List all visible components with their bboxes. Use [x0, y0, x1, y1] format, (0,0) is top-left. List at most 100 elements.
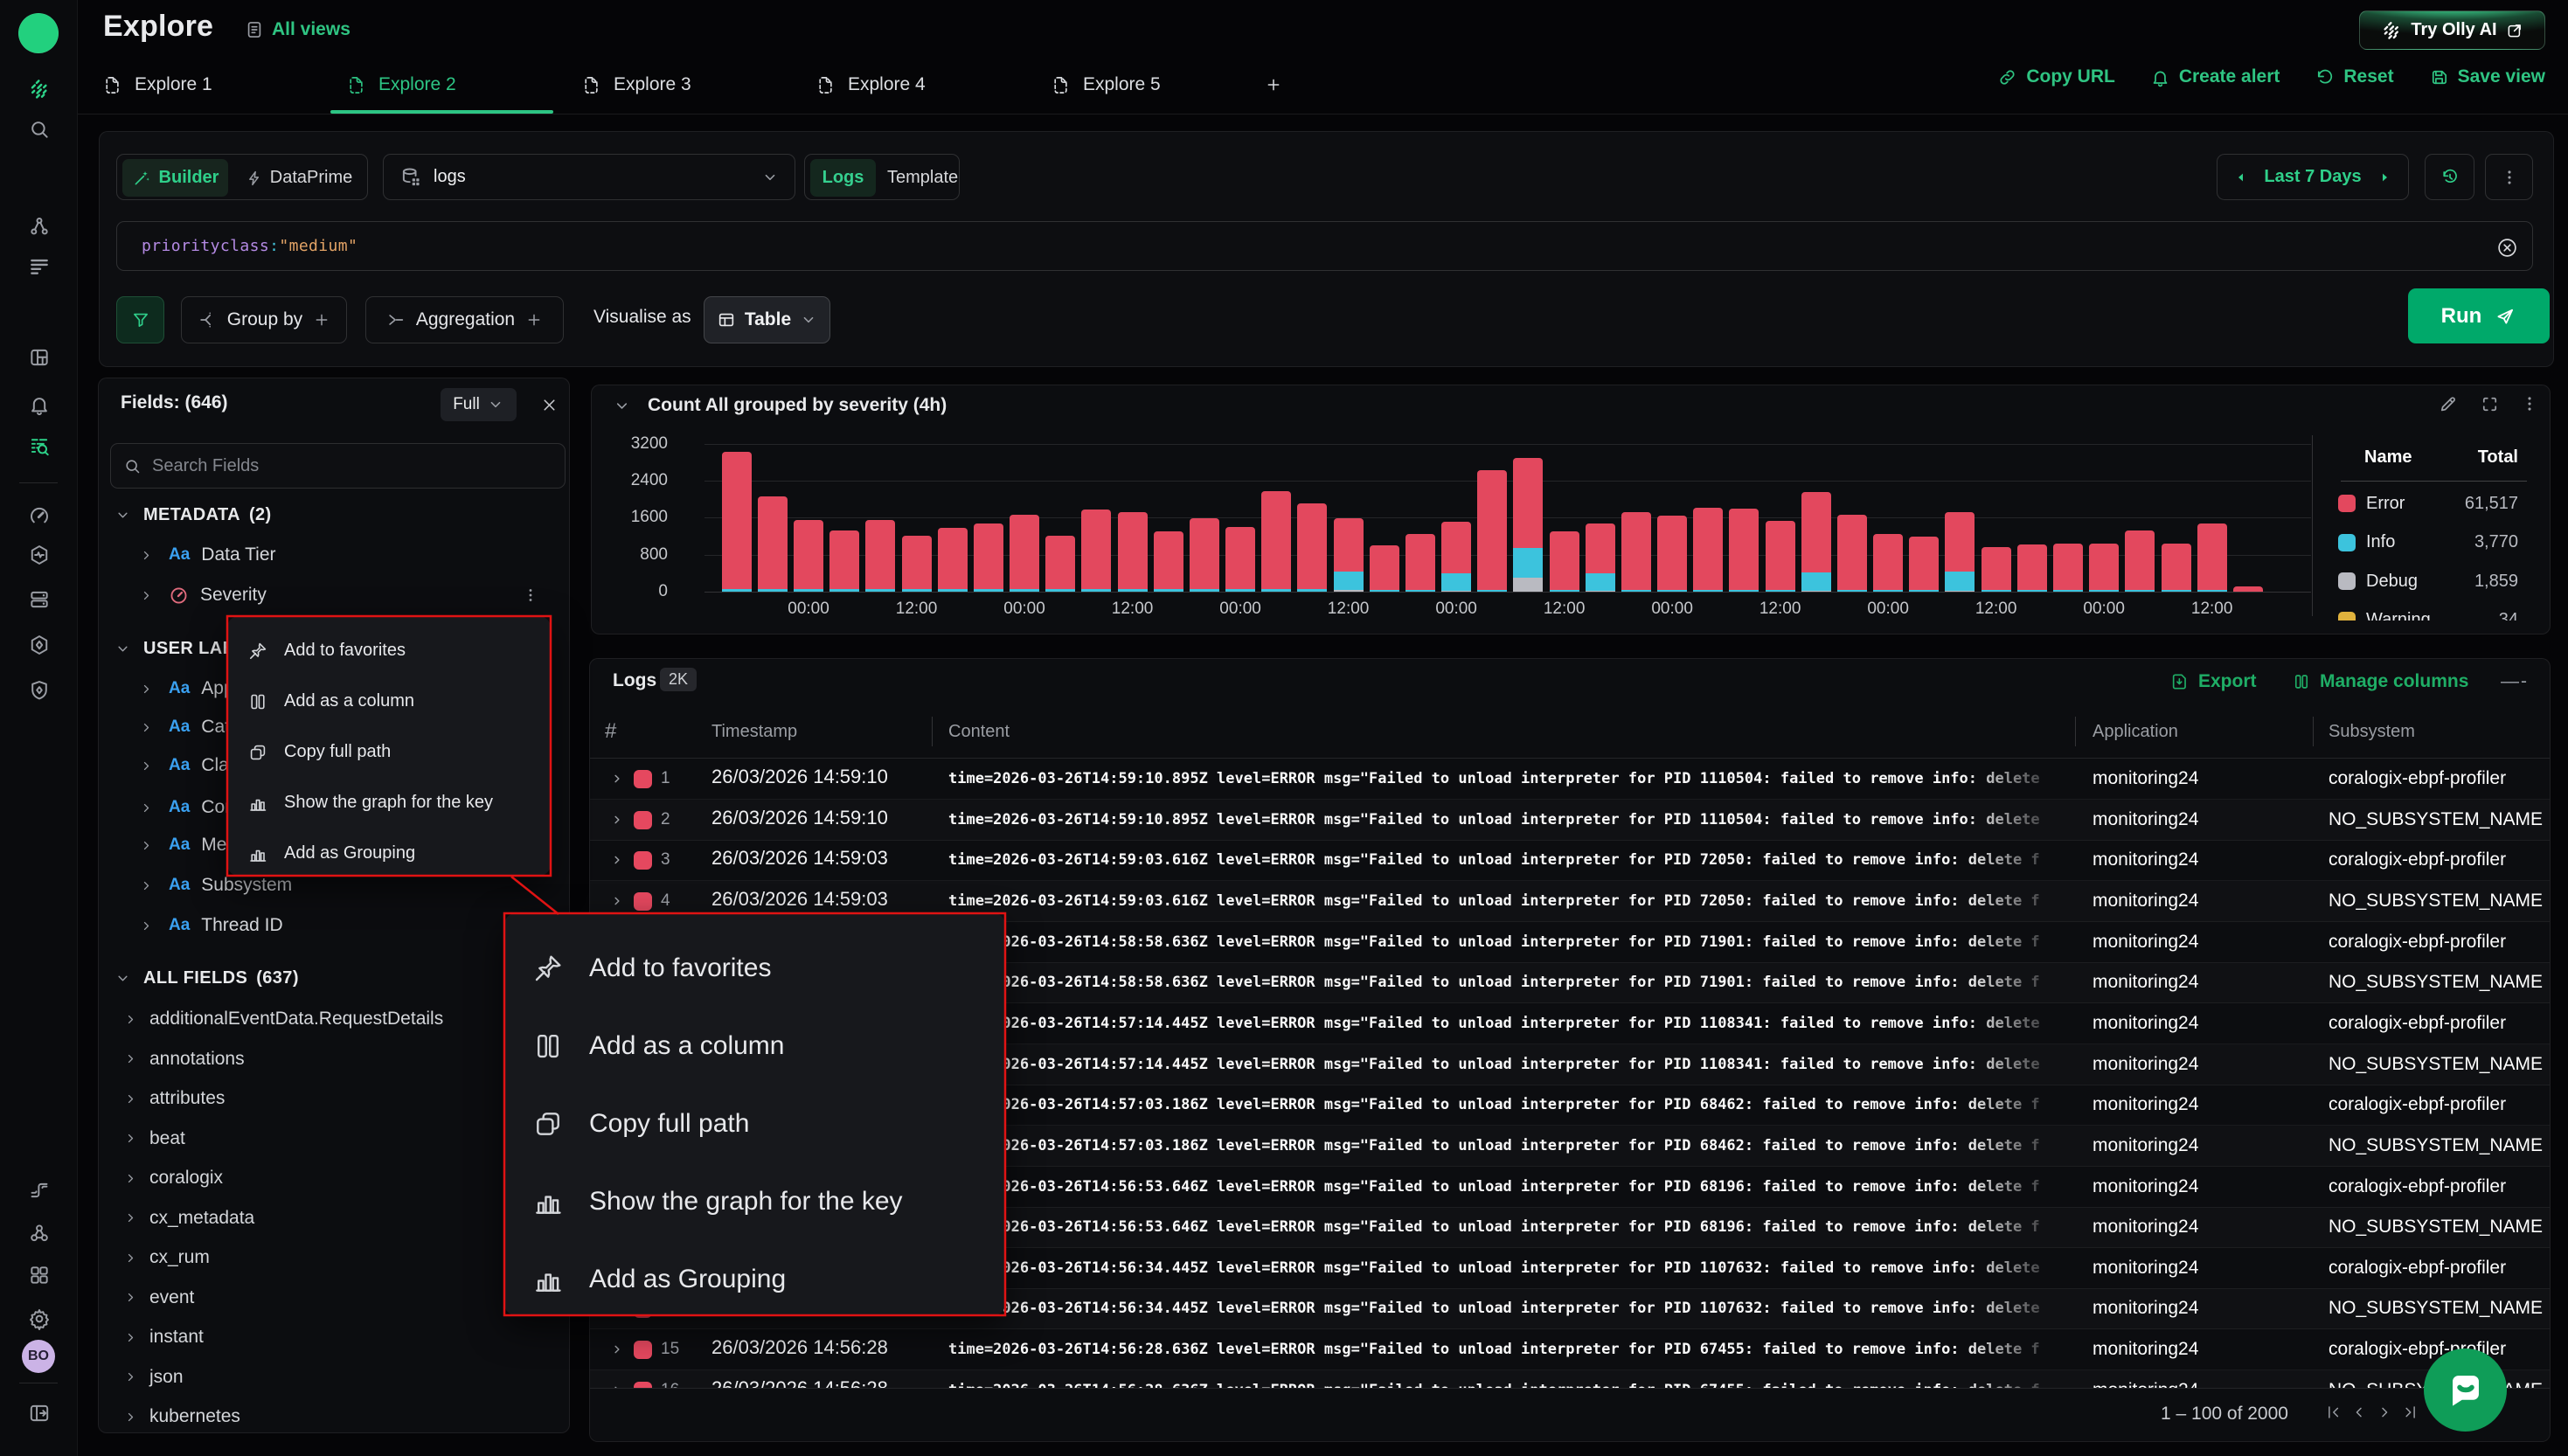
- sidebar-item-coralogix-home[interactable]: [0, 70, 78, 108]
- tab-explore-2[interactable]: Explore 2: [347, 63, 456, 107]
- chart-bar[interactable]: [1982, 547, 2011, 592]
- tab-explore-3[interactable]: Explore 3: [582, 63, 691, 107]
- chart-bar[interactable]: [1801, 492, 1831, 592]
- chart-bar[interactable]: [1118, 512, 1148, 592]
- field-row[interactable]: coralogix: [99, 1158, 571, 1198]
- chart-bar[interactable]: [2017, 544, 2047, 592]
- menu-item-add-to-favorites[interactable]: Add to favorites: [227, 625, 551, 676]
- sidebar-item-infrastructure[interactable]: [0, 580, 78, 619]
- brand-logo[interactable]: [18, 13, 59, 53]
- chart-bar[interactable]: [2233, 586, 2263, 592]
- row-expand-chevron[interactable]: [610, 853, 624, 867]
- chart-bar[interactable]: [1873, 534, 1903, 592]
- all-views-link[interactable]: All views: [245, 19, 350, 40]
- chart-bar[interactable]: [2053, 544, 2083, 592]
- field-row[interactable]: additionalEventData.RequestDetails: [99, 999, 571, 1039]
- sidebar-item-search[interactable]: [0, 110, 78, 149]
- chart-bar[interactable]: [1010, 515, 1039, 592]
- log-row[interactable]: 1626/03/2026 14:56:28time=2026-03-26T14:…: [590, 1370, 2551, 1388]
- chart-bar[interactable]: [1405, 534, 1435, 592]
- field-row[interactable]: AaData Tier: [99, 535, 571, 575]
- menu-item-add-as-grouping[interactable]: Add as Grouping: [227, 828, 551, 879]
- chart-bar[interactable]: [1441, 522, 1471, 592]
- column-header-application[interactable]: Application: [2093, 722, 2178, 742]
- log-row[interactable]: 226/03/2026 14:59:10time=2026-03-26T14:5…: [590, 800, 2551, 841]
- row-expand-chevron[interactable]: [610, 1342, 624, 1356]
- sidebar-item-apm[interactable]: [0, 496, 78, 535]
- menu-item-add-to-favorites[interactable]: Add to favorites: [504, 928, 1005, 1008]
- chart-bar[interactable]: [2089, 544, 2119, 592]
- tab-explore-1[interactable]: Explore 1: [103, 63, 212, 107]
- menu-item-copy-full-path[interactable]: Copy full path: [227, 726, 551, 778]
- sidebar-item-settings[interactable]: [0, 1300, 78, 1338]
- column-header-num[interactable]: #: [605, 719, 616, 744]
- chart-bar[interactable]: [1837, 515, 1867, 592]
- chart-bar[interactable]: [1729, 509, 1759, 592]
- field-row[interactable]: attributes: [99, 1078, 571, 1119]
- sidebar-item-service-map[interactable]: [0, 207, 78, 246]
- menu-item-add-as-grouping[interactable]: Add as Grouping: [504, 1239, 1005, 1319]
- chart-bar[interactable]: [1945, 512, 1975, 592]
- log-row[interactable]: 326/03/2026 14:59:03time=2026-03-26T14:5…: [590, 840, 2551, 881]
- chart-bar[interactable]: [1909, 537, 1939, 592]
- row-expand-chevron[interactable]: [610, 772, 624, 786]
- menu-item-add-as-a-column[interactable]: Add as a column: [504, 1006, 1005, 1085]
- try-olly-ai-button[interactable]: Try Olly AI: [2359, 10, 2545, 50]
- row-density-control[interactable]: —-: [2501, 671, 2529, 692]
- new-tab-button[interactable]: [1265, 63, 1282, 107]
- chart-bar[interactable]: [1621, 512, 1651, 592]
- action-save-view[interactable]: Save view: [2429, 66, 2545, 87]
- sidebar-item-explore[interactable]: [0, 426, 78, 465]
- data-source-select[interactable]: logs: [383, 154, 795, 200]
- chat-widget-button[interactable]: [2424, 1349, 2507, 1432]
- chart-bar[interactable]: [829, 530, 859, 592]
- chart-bar[interactable]: [1334, 518, 1364, 592]
- fields-close-button[interactable]: [540, 396, 559, 414]
- logs-toggle-button[interactable]: Logs: [810, 159, 876, 197]
- column-header-content[interactable]: Content: [948, 722, 1010, 742]
- chart-bar[interactable]: [758, 496, 788, 592]
- action-reset[interactable]: Reset: [2315, 66, 2393, 87]
- legend-row-info[interactable]: Info3,770: [2312, 523, 2551, 562]
- column-header-subsystem[interactable]: Subsystem: [2329, 722, 2415, 742]
- time-range-picker[interactable]: Last 7 Days: [2217, 154, 2409, 200]
- chart-bar[interactable]: [722, 452, 752, 592]
- dataprime-mode-button[interactable]: DataPrime: [235, 159, 363, 197]
- chart-bar[interactable]: [1225, 527, 1255, 592]
- manage-columns-button[interactable]: Manage columns: [2292, 671, 2468, 692]
- user-avatar[interactable]: BO: [22, 1340, 55, 1373]
- filters-button[interactable]: [116, 296, 164, 343]
- sidebar-item-security[interactable]: [0, 671, 78, 710]
- field-row[interactable]: annotations: [99, 1039, 571, 1079]
- legend-row-debug[interactable]: Debug1,859: [2312, 562, 2551, 600]
- chart-bar[interactable]: [1154, 531, 1183, 592]
- chart-bar[interactable]: [1190, 518, 1219, 592]
- log-row[interactable]: 126/03/2026 14:59:10time=2026-03-26T14:5…: [590, 759, 2551, 800]
- field-row[interactable]: event: [99, 1278, 571, 1318]
- sidebar-item-extensions[interactable]: [0, 1256, 78, 1294]
- last-page-button[interactable]: [2400, 1403, 2419, 1422]
- chart-bar[interactable]: [1766, 521, 1795, 592]
- legend-row-warning[interactable]: Warning34: [2312, 601, 2551, 621]
- field-row[interactable]: beat: [99, 1119, 571, 1159]
- chart-bar[interactable]: [2162, 544, 2191, 592]
- field-row[interactable]: Severity: [99, 575, 571, 615]
- action-create-alert[interactable]: Create alert: [2150, 66, 2280, 87]
- field-row[interactable]: kubernetes: [99, 1397, 571, 1437]
- group-by-button[interactable]: Group by: [181, 296, 347, 343]
- query-history-button[interactable]: [2425, 154, 2474, 200]
- fields-section-header[interactable]: ALL FIELDS(637): [99, 958, 571, 998]
- fields-search-input[interactable]: Search Fields: [110, 443, 566, 489]
- sidebar-item-insights[interactable]: [0, 626, 78, 664]
- sidebar-item-alerts[interactable]: [0, 385, 78, 424]
- previous-page-button[interactable]: [2349, 1403, 2369, 1422]
- chart-bar[interactable]: [974, 523, 1003, 592]
- aggregation-button[interactable]: Aggregation: [365, 296, 564, 343]
- chart-bar[interactable]: [1297, 503, 1327, 592]
- menu-item-show-the-graph-for-the-key[interactable]: Show the graph for the key: [504, 1161, 1005, 1241]
- chart-bar[interactable]: [1045, 536, 1075, 592]
- field-kebab-icon[interactable]: [522, 586, 539, 604]
- fields-scope-select[interactable]: Full: [441, 388, 517, 421]
- log-row[interactable]: 1526/03/2026 14:56:28time=2026-03-26T14:…: [590, 1329, 2551, 1370]
- visualise-table-select[interactable]: Table: [704, 296, 830, 343]
